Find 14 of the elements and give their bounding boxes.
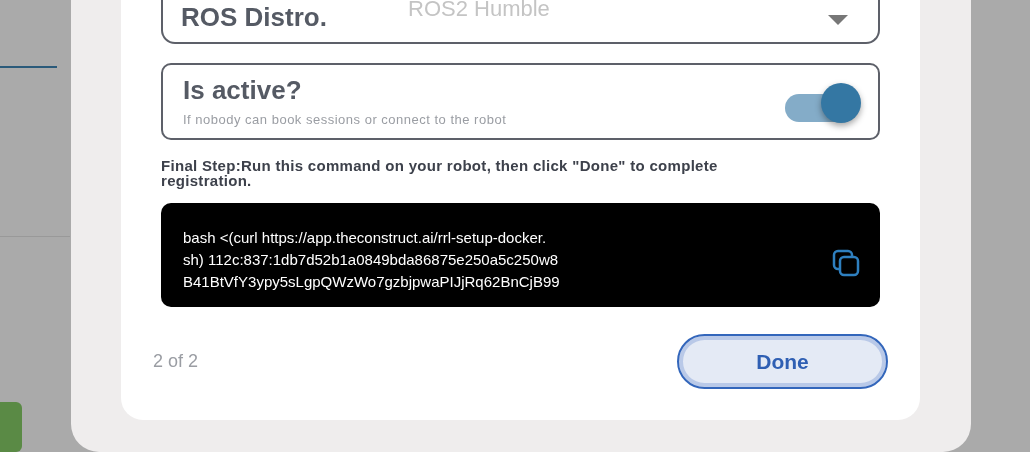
step-counter: 2 of 2 (153, 350, 199, 373)
copy-icon[interactable] (832, 249, 860, 277)
field-label: ROS Distro. (181, 4, 327, 30)
active-toggle[interactable] (783, 83, 861, 123)
dropdown-caret-icon (828, 15, 848, 25)
command-line: B41BtVfY3ypy5sLgpQWzWo7gzbjpwaPIJjRq62BnCjB99 (183, 272, 560, 292)
instruction-text: Final Step:Run this command on your robot, then click "Done" to complete registration. (161, 158, 719, 188)
toggle-hint: If nobody can book sessions or connect to the robot (183, 113, 507, 126)
command-line: bash <(curl https://app.theconstruct.ai/rrl-setup-docker. (183, 228, 548, 248)
done-button[interactable]: Done (677, 334, 888, 389)
field-value: ROS2 Humble (408, 0, 550, 20)
ros-distro-select[interactable]: ROS Distro. ROS2 Humble (161, 0, 880, 44)
toggle-title: Is active? (183, 77, 302, 103)
command-line: sh) 112c:837:1db7d52b1a0849bda86875e250a5c250w8 (183, 250, 560, 270)
